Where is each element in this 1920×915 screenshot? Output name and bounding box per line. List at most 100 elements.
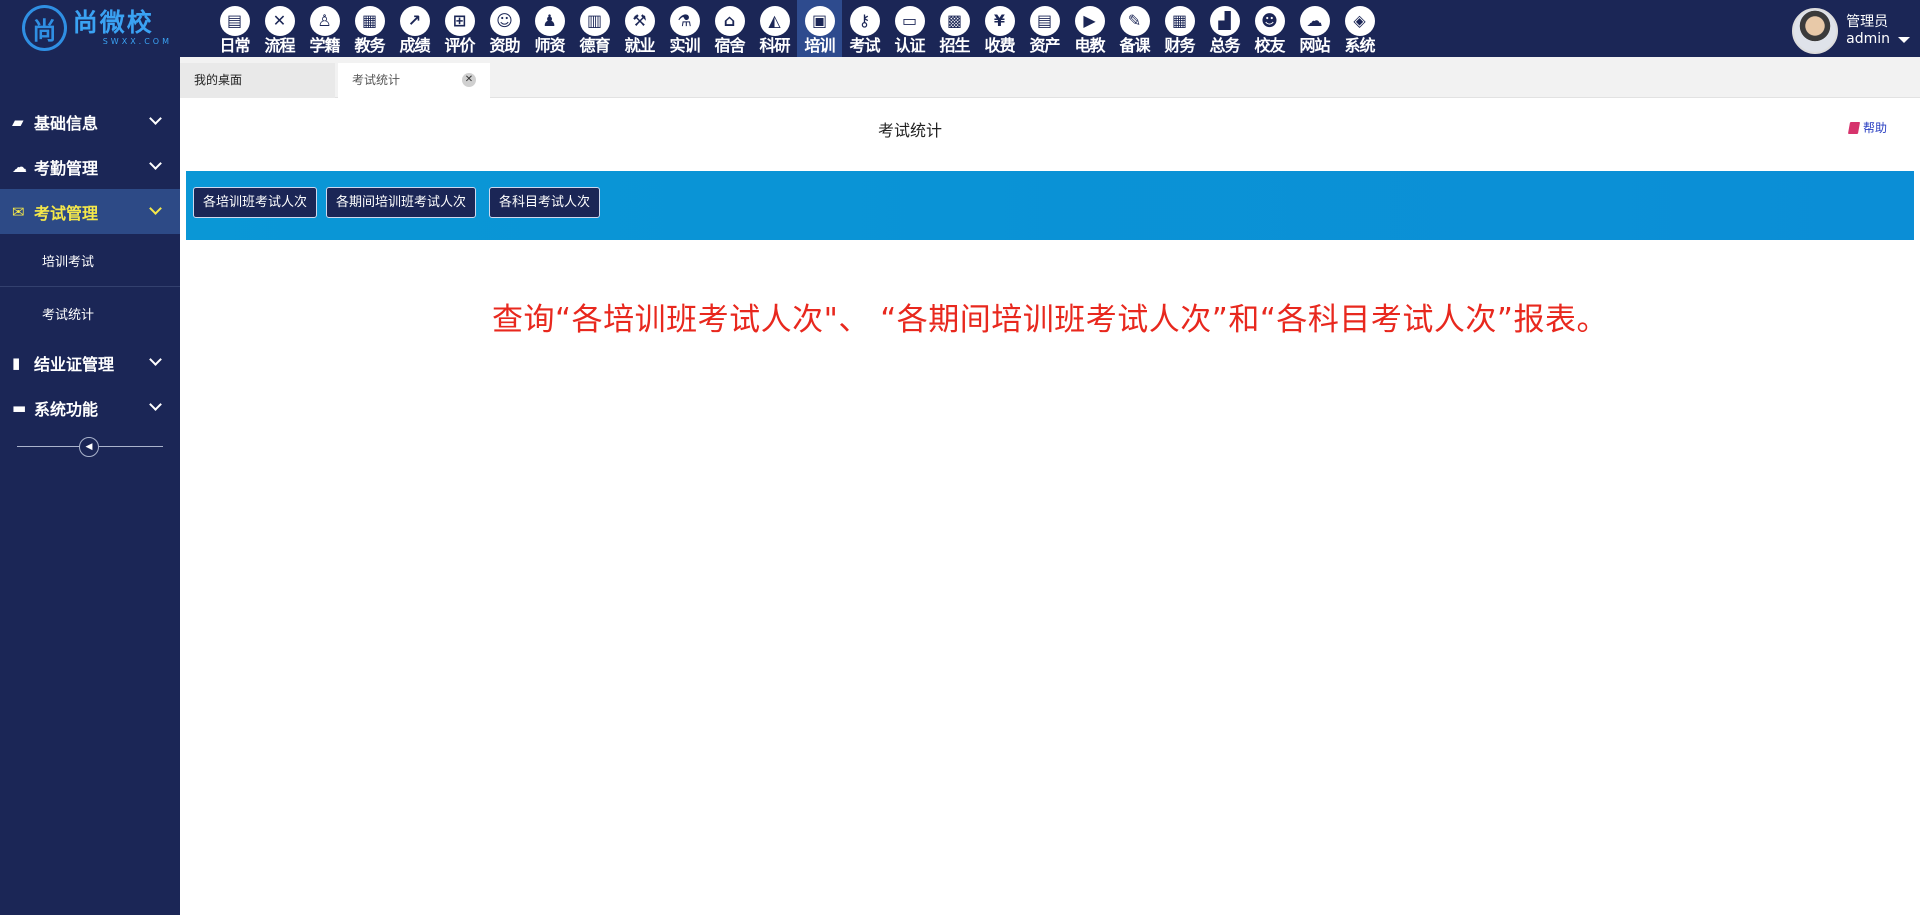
report-by-subject-button[interactable]: 各科目考试人次	[489, 187, 601, 218]
module-label: 科研	[759, 36, 790, 55]
module-chart[interactable]: ↗ 成绩	[392, 0, 437, 57]
module-calendar-plus[interactable]: ⊞ 评价	[437, 0, 482, 57]
module-label: 收费	[984, 36, 1015, 55]
logo-text: 尚微校 SWXX.COM	[73, 9, 172, 47]
cube-icon: ◈	[1344, 6, 1375, 36]
module-hammer[interactable]: ⚒ 就业	[617, 0, 662, 57]
image-icon: ▣	[804, 6, 835, 36]
module-book[interactable]: ▥ 德育	[572, 0, 617, 57]
doc-icon: ▤	[219, 6, 250, 36]
module-label: 德育	[579, 36, 610, 55]
module-flow[interactable]: ✕ 流程	[257, 0, 302, 57]
help-link[interactable]: 帮助	[1847, 119, 1887, 136]
module-image[interactable]: ▣ 培训	[797, 0, 842, 57]
module-lab[interactable]: ⚗ 实训	[662, 0, 707, 57]
sidebar-item-system[interactable]: ▬ 系统功能	[0, 385, 180, 430]
main-content: 考试统计 帮助 各培训班考试人次 各期间培训班考试人次 各科目考试人次 查询“各…	[180, 98, 1920, 915]
cloud-icon: ☁	[1299, 6, 1330, 36]
calendar-plus-icon: ⊞	[444, 6, 475, 36]
chevron-down-icon	[149, 157, 162, 170]
module-key[interactable]: ⚷ 考试	[842, 0, 887, 57]
edit-icon: ✎	[1119, 6, 1150, 36]
sidebar-item-attendance[interactable]: ☁ 考勤管理	[0, 144, 180, 189]
module-signal[interactable]: ▟ 总务	[1202, 0, 1247, 57]
module-label: 校友	[1254, 36, 1285, 55]
app-logo[interactable]: 尚 尚微校 SWXX.COM	[22, 3, 172, 53]
newspaper-icon: ▦	[1164, 6, 1195, 36]
logo-subtitle: SWXX.COM	[102, 37, 172, 46]
module-cube[interactable]: ◈ 系统	[1337, 0, 1382, 57]
tab-my-desktop[interactable]: 我的桌面	[180, 63, 335, 98]
envelope-icon: ✉	[12, 202, 25, 221]
sidebar-item-basic-info[interactable]: ▰ 基础信息	[0, 99, 180, 144]
book-icon	[1847, 121, 1861, 134]
module-label: 资助	[489, 36, 520, 55]
module-label: 实训	[669, 36, 700, 55]
module-label: 培训	[804, 36, 835, 55]
folder-icon: ▬	[12, 398, 27, 417]
module-monitor[interactable]: ▭ 认证	[887, 0, 932, 57]
module-label: 就业	[624, 36, 655, 55]
key-icon: ⚷	[849, 6, 880, 36]
user-name: admin	[1846, 31, 1890, 47]
sidebar-item-exam-management[interactable]: ✉ 考试管理	[0, 189, 180, 234]
top-navbar: 尚 尚微校 SWXX.COM ▤ 日常 ✕ 流程 ♙ 学籍 ▦ 教务 ↗ 成绩 ⊞ 评价 ☺ 资助 ♟ 师资 ▥…	[0, 0, 1920, 57]
user-menu[interactable]: 管理员 admin	[1792, 8, 1910, 54]
module-label: 电教	[1074, 36, 1105, 55]
close-icon[interactable]: ✕	[462, 73, 476, 87]
module-train[interactable]: ▤ 资产	[1022, 0, 1067, 57]
chevron-down-icon	[149, 112, 162, 125]
calendar-icon: ▦	[354, 6, 385, 36]
notice-text: 查询“各培训班考试人次"、 “各期间培训班考试人次”和“各科目考试人次”报表。	[492, 302, 1608, 338]
module-cloud[interactable]: ☁ 网站	[1292, 0, 1337, 57]
report-by-class-button[interactable]: 各培训班考试人次	[193, 187, 318, 218]
module-user[interactable]: ☺ 资助	[482, 0, 527, 57]
sidebar-subitem-training-exam[interactable]: 培训考试	[0, 234, 180, 287]
collapse-sidebar-button[interactable]: ◀	[79, 437, 99, 457]
signal-icon: ▟	[1209, 6, 1240, 36]
sidebar-submenu: 培训考试 考试统计	[0, 234, 180, 340]
chevron-down-icon	[149, 353, 162, 366]
user-role: 管理员	[1846, 14, 1889, 30]
tab-exam-statistics[interactable]: 考试统计 ✕	[338, 63, 490, 98]
user-icon: ☺	[489, 6, 520, 36]
module-label: 系统	[1344, 36, 1375, 55]
lab-icon: ⚗	[669, 6, 700, 36]
module-label: 网站	[1299, 36, 1330, 55]
module-users[interactable]: ☻ 校友	[1247, 0, 1292, 57]
module-doc[interactable]: ▤ 日常	[212, 0, 257, 57]
book-icon: ▥	[579, 6, 610, 36]
caret-down-icon[interactable]	[1898, 36, 1910, 43]
module-person[interactable]: ♙ 学籍	[302, 0, 347, 57]
home-icon: ⌂	[714, 6, 745, 36]
module-teacher[interactable]: ♟ 师资	[527, 0, 572, 57]
report-by-period-button[interactable]: 各期间培训班考试人次	[326, 187, 477, 218]
report-toolbar: 各培训班考试人次 各期间培训班考试人次 各科目考试人次	[186, 171, 1914, 240]
avatar[interactable]	[1792, 8, 1839, 54]
sidebar: ▰ 基础信息 ☁ 考勤管理 ✉ 考试管理 培训考试 考试统计 ▮ 结业证管理 ▬…	[0, 57, 180, 915]
chevron-down-icon	[149, 202, 162, 215]
sidebar-subitem-exam-statistics[interactable]: 考试统计	[0, 287, 180, 340]
monitor-icon: ▭	[894, 6, 925, 36]
module-label: 备课	[1119, 36, 1150, 55]
module-label: 财务	[1164, 36, 1195, 55]
module-edit[interactable]: ✎ 备课	[1112, 0, 1157, 57]
tab-label: 考试统计	[352, 73, 401, 87]
file-video-icon: ▶	[1074, 6, 1105, 36]
module-label: 资产	[1029, 36, 1060, 55]
module-bus[interactable]: ▩ 招生	[932, 0, 977, 57]
hammer-icon: ⚒	[624, 6, 655, 36]
module-home[interactable]: ⌂ 宿舍	[707, 0, 752, 57]
sidebar-item-label: 系统功能	[34, 399, 99, 419]
module-yen[interactable]: ¥ 收费	[977, 0, 1022, 57]
module-label: 师资	[534, 36, 565, 55]
sidebar-item-label: 考试管理	[34, 203, 99, 223]
module-file-video[interactable]: ▶ 电教	[1067, 0, 1112, 57]
module-label: 教务	[354, 36, 385, 55]
teacher-icon: ♟	[534, 6, 565, 36]
module-newspaper[interactable]: ▦ 财务	[1157, 0, 1202, 57]
sidebar-item-certificate[interactable]: ▮ 结业证管理	[0, 340, 180, 385]
module-graduation[interactable]: ◭ 科研	[752, 0, 797, 57]
module-calendar[interactable]: ▦ 教务	[347, 0, 392, 57]
